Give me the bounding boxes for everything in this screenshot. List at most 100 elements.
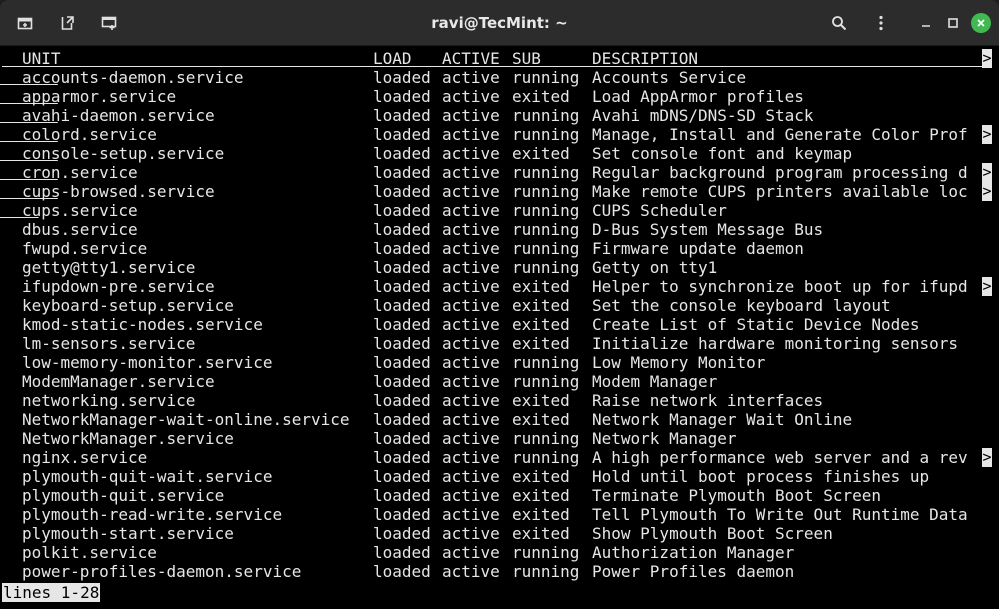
close-button[interactable] xyxy=(971,13,991,33)
sub-cell: exited xyxy=(512,87,570,106)
description-cell: Network Manager Wait Online xyxy=(592,410,853,429)
search-button[interactable] xyxy=(823,8,855,38)
description-cell: Hold until boot process finishes up xyxy=(592,467,930,486)
detach-tab-button[interactable] xyxy=(51,8,83,38)
sub-cell: running xyxy=(512,562,580,581)
load-cell: loaded xyxy=(373,125,431,144)
new-window-button[interactable] xyxy=(93,8,125,38)
load-cell: loaded xyxy=(373,68,431,87)
table-row: networking.service loaded active exited Rais… xyxy=(0,391,999,410)
sub-cell: running xyxy=(512,182,580,201)
load-cell: loaded xyxy=(373,239,431,258)
terminal-window: ravi@TecMint: ~ UNIT LOAD ACTIVE SUB DES… xyxy=(0,0,999,609)
pager-status: lines 1-28 xyxy=(2,583,101,602)
table-row: cron.service loaded active running Regular b… xyxy=(0,163,999,182)
unit-cell: plymouth-read-write.service xyxy=(22,505,283,524)
table-row: lm-sensors.service loaded active exited Init… xyxy=(0,334,999,353)
maximize-button[interactable] xyxy=(943,13,963,33)
kebab-menu-icon xyxy=(873,15,889,31)
search-icon xyxy=(831,15,847,31)
unit-cell: networking.service xyxy=(22,391,196,410)
active-cell: active xyxy=(442,353,500,372)
new-tab-button[interactable] xyxy=(9,8,41,38)
load-cell: loaded xyxy=(373,448,431,467)
unit-cell: lm-sensors.service xyxy=(22,334,196,353)
description-cell: Getty on tty1 xyxy=(592,258,718,277)
load-cell: loaded xyxy=(373,163,431,182)
table-row: fwupd.service loaded active running Firmware… xyxy=(0,239,999,258)
active-cell: active xyxy=(442,486,500,505)
sub-cell: running xyxy=(512,372,580,391)
load-cell: loaded xyxy=(373,410,431,429)
load-cell: loaded xyxy=(373,543,431,562)
load-cell: loaded xyxy=(373,353,431,372)
description-cell: Show Plymouth Boot Screen xyxy=(592,524,833,543)
active-cell: active xyxy=(442,372,500,391)
unit-cell: dbus.service xyxy=(22,220,138,239)
load-cell: loaded xyxy=(373,258,431,277)
description-cell: Tell Plymouth To Write Out Runtime Data xyxy=(592,505,968,524)
detach-tab-icon xyxy=(59,15,75,31)
active-cell: active xyxy=(442,562,500,581)
unit-cell: fwupd.service xyxy=(22,239,148,258)
table-row: getty@tty1.service loaded active running Get… xyxy=(0,258,999,277)
unit-cell: ModemManager.service xyxy=(22,372,215,391)
table-row: cups.service loaded active running CUPS Sche… xyxy=(0,201,999,220)
description-cell: Modem Manager xyxy=(592,372,718,391)
load-cell: loaded xyxy=(373,372,431,391)
table-row: plymouth-start.service loaded active exited… xyxy=(0,524,999,543)
active-cell: active xyxy=(442,334,500,353)
minimize-button[interactable] xyxy=(916,13,936,33)
load-cell: loaded xyxy=(373,87,431,106)
table-row: NetworkManager-wait-online.service loaded… xyxy=(0,410,999,429)
sub-cell: running xyxy=(512,106,580,125)
active-cell: active xyxy=(442,391,500,410)
minimize-icon xyxy=(920,14,932,33)
sub-cell: running xyxy=(512,201,580,220)
unit-cell: getty@tty1.service xyxy=(22,258,196,277)
table-row: kmod-static-nodes.service loaded active exi… xyxy=(0,315,999,334)
load-cell: loaded xyxy=(373,524,431,543)
unit-cell: NetworkManager-wait-online.service xyxy=(22,410,350,429)
truncation-marker: > xyxy=(982,163,992,182)
table-row: NetworkManager.service loaded active runnin… xyxy=(0,429,999,448)
new-window-icon xyxy=(101,15,117,31)
new-tab-icon xyxy=(17,15,33,31)
unit-cell: nginx.service xyxy=(22,448,148,467)
unit-cell: plymouth-quit-wait.service xyxy=(22,467,273,486)
active-cell: active xyxy=(442,296,500,315)
description-cell: D-Bus System Message Bus xyxy=(592,220,824,239)
active-cell: active xyxy=(442,315,500,334)
description-cell: Firmware update daemon xyxy=(592,239,804,258)
unit-cell: NetworkManager.service xyxy=(22,429,234,448)
sub-cell: running xyxy=(512,68,580,87)
description-cell: Low Memory Monitor xyxy=(592,353,766,372)
unit-cell: kmod-static-nodes.service xyxy=(22,315,263,334)
unit-cell: keyboard-setup.service xyxy=(22,296,234,315)
sub-cell: exited xyxy=(512,277,570,296)
unit-cell: cups-browsed.service xyxy=(22,182,215,201)
active-cell: active xyxy=(442,144,500,163)
terminal-output[interactable]: UNIT LOAD ACTIVE SUB DESCRIPTION > accou… xyxy=(0,46,999,609)
load-cell: loaded xyxy=(373,505,431,524)
description-cell: Avahi mDNS/DNS-SD Stack xyxy=(592,106,814,125)
table-row: avahi-daemon.service loaded active running A… xyxy=(0,106,999,125)
unit-cell: ifupdown-pre.service xyxy=(22,277,215,296)
header-bar: ravi@TecMint: ~ xyxy=(0,0,999,46)
load-cell: loaded xyxy=(373,220,431,239)
active-cell: active xyxy=(442,429,500,448)
sub-cell: exited xyxy=(512,296,570,315)
close-icon xyxy=(975,14,987,33)
description-cell: Load AppArmor profiles xyxy=(592,87,804,106)
load-cell: loaded xyxy=(373,201,431,220)
unit-cell: polkit.service xyxy=(22,543,157,562)
description-cell: Accounts Service xyxy=(592,68,747,87)
active-cell: active xyxy=(442,524,500,543)
menu-button[interactable] xyxy=(865,8,897,38)
truncation-marker: > xyxy=(982,448,992,467)
sub-cell: exited xyxy=(512,524,570,543)
active-cell: active xyxy=(442,201,500,220)
load-cell: loaded xyxy=(373,562,431,581)
active-cell: active xyxy=(442,106,500,125)
truncation-marker: > xyxy=(982,182,992,201)
